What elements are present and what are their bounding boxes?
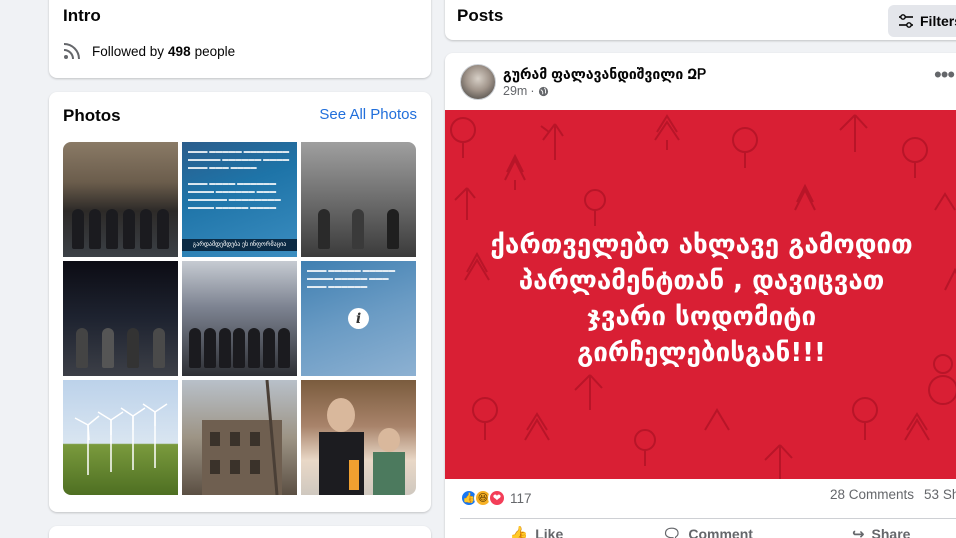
- next-card: [49, 526, 431, 538]
- comment-icon: 🗨: [662, 526, 682, 538]
- see-all-photos-link[interactable]: See All Photos: [319, 106, 417, 123]
- post-author[interactable]: გურამ ფალავანდიშვილი ԶᏢ: [503, 66, 706, 83]
- thumbs-up-icon: 👍: [509, 526, 529, 538]
- rss-icon: [63, 42, 81, 60]
- globe-icon: [538, 86, 548, 96]
- filters-button[interactable]: Filters: [888, 5, 956, 37]
- filters-label: Filters: [920, 13, 956, 29]
- intro-title: Intro: [63, 6, 101, 25]
- photo-thumbnail[interactable]: [301, 380, 416, 495]
- followed-prefix: Followed by: [92, 43, 165, 59]
- posts-header: Posts Filters: [445, 0, 956, 40]
- building-drawing: [202, 380, 282, 495]
- photo-thumbnail[interactable]: [63, 142, 178, 257]
- comment-button[interactable]: 🗨 Comment: [662, 525, 753, 538]
- post-image[interactable]: ქართველებო ახლავე გამოდით პარლამენტთან ,…: [445, 110, 956, 479]
- post-text-line-2: პარლამენტთან , დავიცვათ: [518, 266, 885, 296]
- post-text-line-3: ჯვარი სოდომიტი: [586, 302, 817, 332]
- photo-thumbnail[interactable]: [63, 261, 178, 376]
- love-icon: ❤: [488, 489, 506, 507]
- photo-thumbnail[interactable]: ▬▬▬ ▬▬▬▬▬ ▬▬▬▬▬ ▬▬▬▬ ▬▬▬▬▬ ▬▬▬ ▬▬▬ ▬▬▬▬▬▬ …: [301, 261, 416, 376]
- photo-thumbnail[interactable]: [301, 142, 416, 257]
- photo-grid: ▬▬▬ ▬▬▬▬▬ ▬▬▬▬▬▬▬ ▬▬▬▬▬ ▬▬▬▬▬▬ ▬▬▬▬ ▬▬▬ ▬▬…: [63, 142, 417, 495]
- reactions-row: 👍 😆 ❤ 117 28 Comments 53 Share: [460, 487, 956, 509]
- shares-count[interactable]: 53 Share: [924, 487, 956, 502]
- share-button[interactable]: ↪ Share: [852, 525, 911, 538]
- post-card: გურამ ფალავანდიშვილი ԶᏢ 29m · ••• ქართვე…: [445, 53, 956, 538]
- photo-thumbnail[interactable]: [182, 380, 297, 495]
- like-button[interactable]: 👍 Like: [510, 525, 564, 538]
- photo-overlay-text: ▬▬▬ ▬▬▬▬▬ ▬▬▬▬▬ ▬▬▬▬ ▬▬▬▬▬ ▬▬▬ ▬▬▬ ▬▬▬▬▬▬: [307, 267, 396, 290]
- comments-count[interactable]: 28 Comments: [830, 487, 914, 502]
- share-icon: ↪: [851, 526, 865, 538]
- followed-suffix: people: [194, 43, 236, 59]
- reaction-count[interactable]: 117: [510, 491, 532, 506]
- photo-thumbnail[interactable]: [63, 380, 178, 495]
- photo-people-silhouettes: [69, 320, 172, 368]
- meta-separator: ·: [530, 84, 535, 98]
- photos-title: Photos: [63, 106, 121, 125]
- photo-people-silhouettes: [307, 201, 410, 249]
- posts-title: Posts: [457, 6, 504, 25]
- post-image-text: ქართველებო ახლავე გამოდით პარლამენტთან ,…: [445, 227, 956, 371]
- info-icon[interactable]: i: [348, 308, 369, 329]
- reaction-icons[interactable]: 👍 😆 ❤: [460, 489, 506, 507]
- intro-card: Intro Followed by 498 people: [49, 0, 431, 78]
- photo-people-silhouettes: [188, 320, 291, 368]
- comment-label: Comment: [688, 526, 753, 538]
- post-actions: 👍 Like 🗨 Comment ↪ Share: [460, 525, 956, 538]
- followers-count[interactable]: 498: [168, 44, 191, 59]
- photo-overlay-text: ▬▬▬ ▬▬▬▬▬ ▬▬▬▬▬▬▬ ▬▬▬▬▬ ▬▬▬▬▬▬ ▬▬▬▬ ▬▬▬ ▬▬…: [188, 148, 290, 211]
- photo-people-silhouettes: [69, 201, 172, 249]
- photo-overlay-band: გარდამდემდება ეს ინფორმაცია: [182, 239, 297, 251]
- photo-thumbnail[interactable]: ▬▬▬ ▬▬▬▬▬ ▬▬▬▬▬▬▬ ▬▬▬▬▬ ▬▬▬▬▬▬ ▬▬▬▬ ▬▬▬ ▬▬…: [182, 142, 297, 257]
- more-dots-icon[interactable]: •••: [934, 64, 955, 86]
- photos-card: Photos See All Photos ▬▬▬ ▬▬▬▬▬ ▬▬▬▬▬▬▬ ▬…: [49, 92, 431, 512]
- post-text-line-1: ქართველებო ახლავე გამოდით: [490, 230, 913, 260]
- photo-thumbnail[interactable]: [182, 261, 297, 376]
- post-text-line-4: გირჩელებისგან!!!: [577, 338, 826, 368]
- wind-turbines-drawing: [74, 403, 168, 475]
- share-label: Share: [871, 526, 911, 538]
- engagement-counts: 28 Comments 53 Share: [830, 487, 956, 502]
- author-avatar[interactable]: [460, 64, 496, 100]
- actions-divider: [460, 518, 956, 519]
- post-time[interactable]: 29m: [503, 84, 527, 98]
- like-label: Like: [535, 526, 564, 538]
- man-child-drawing: [319, 398, 405, 495]
- sliders-icon: [899, 14, 913, 28]
- followers-row: Followed by 498 people: [63, 42, 235, 60]
- post-meta: 29m ·: [503, 84, 549, 98]
